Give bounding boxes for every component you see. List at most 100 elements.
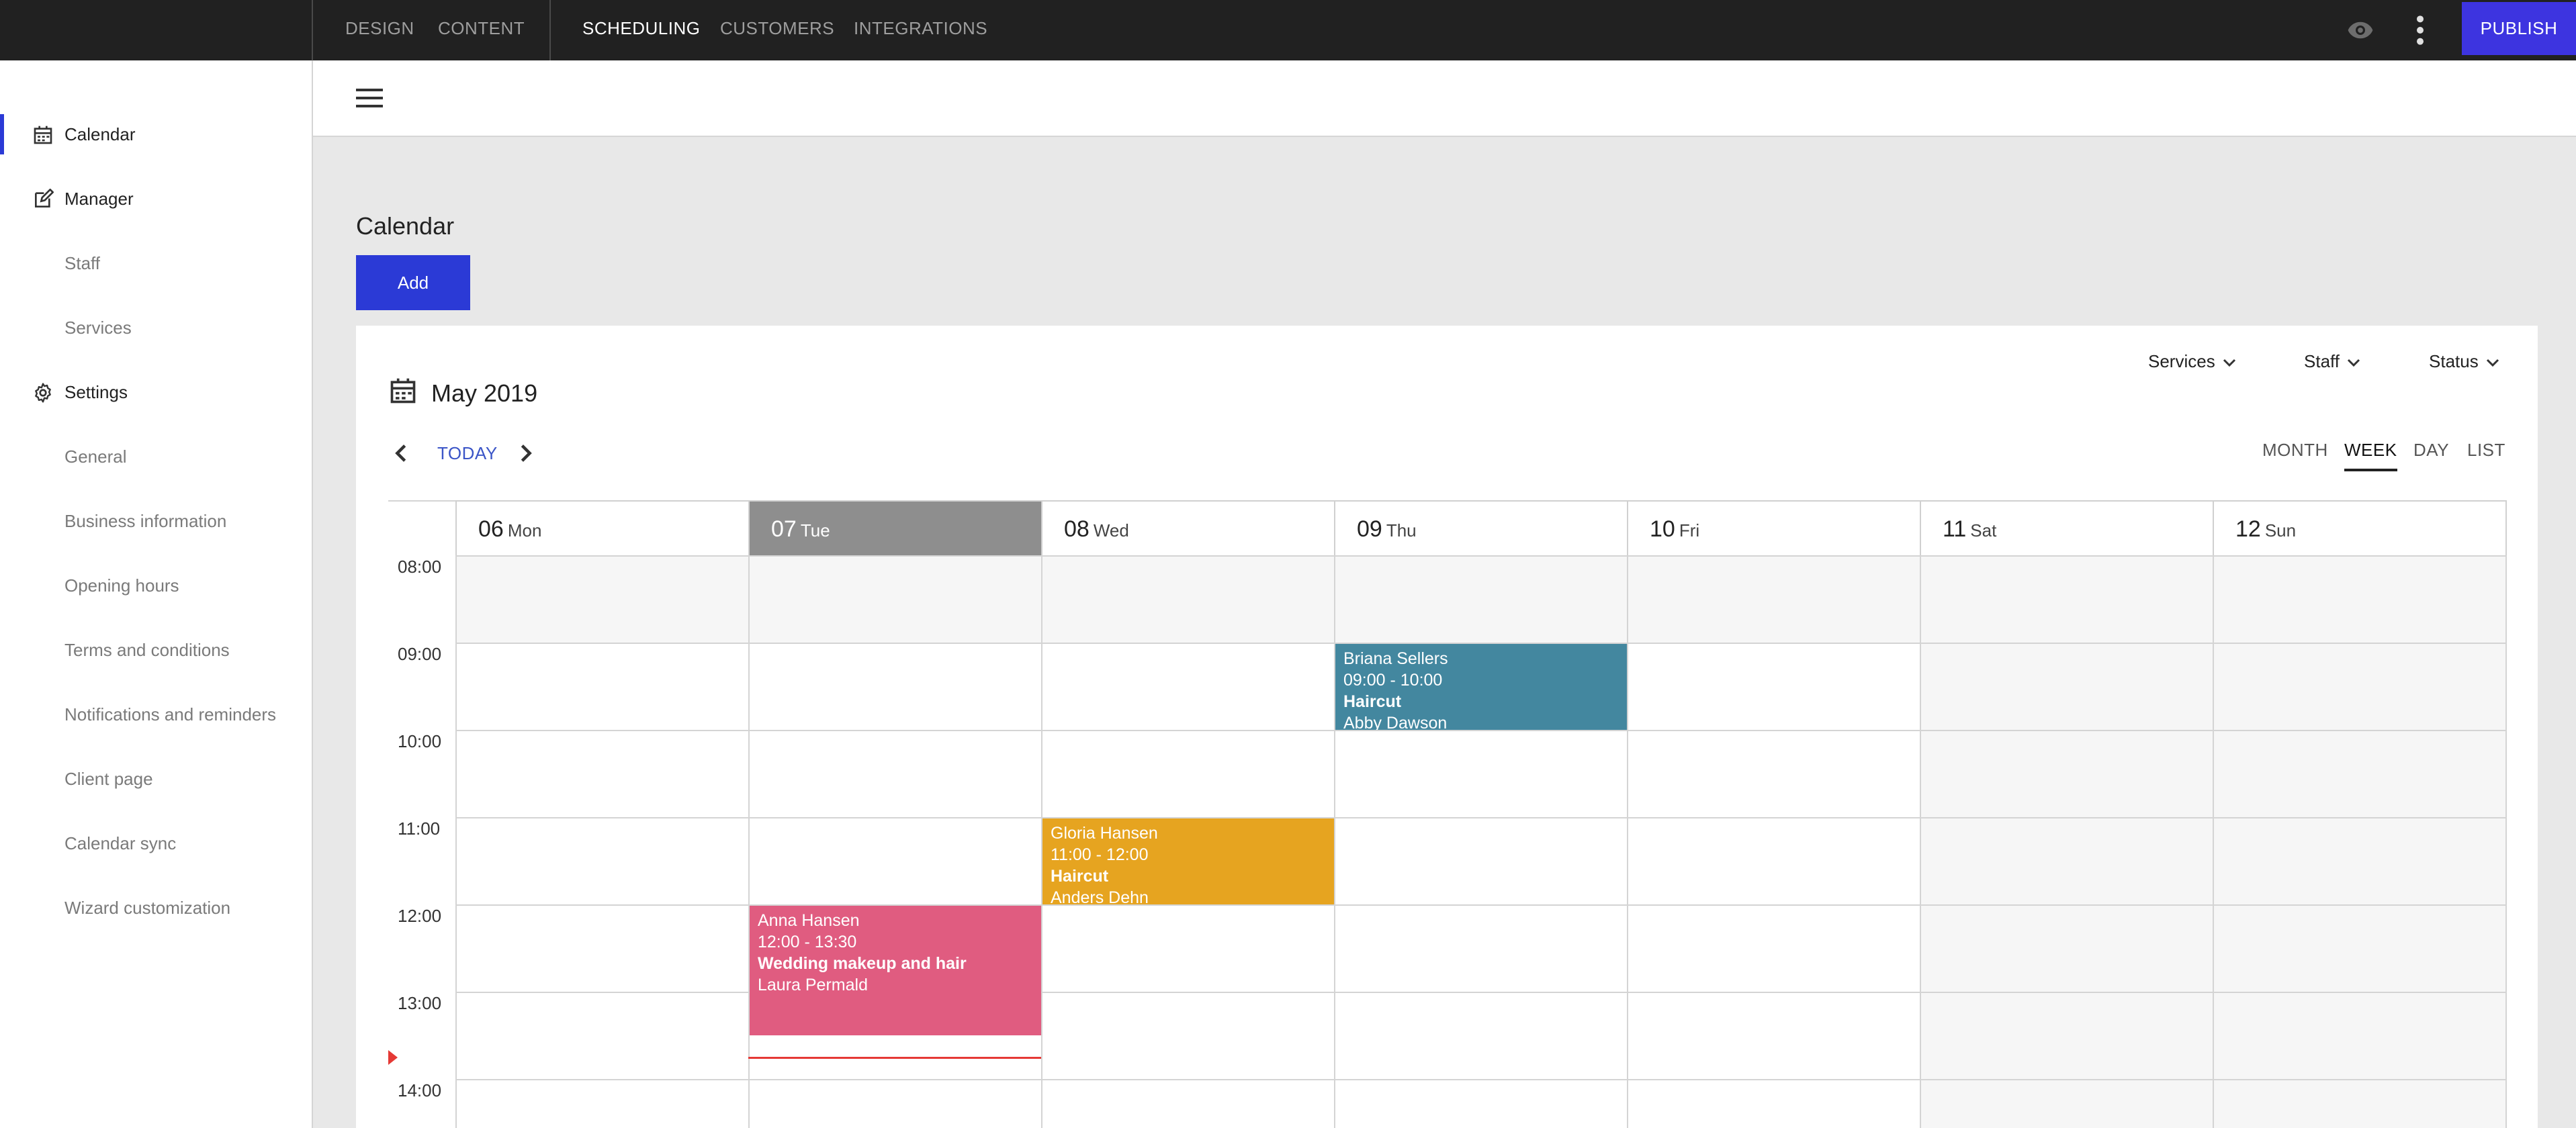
- sidebar-item-label: Wizard customization: [64, 898, 231, 918]
- day-number: 09: [1357, 516, 1382, 542]
- day-name: Thu: [1386, 520, 1417, 540]
- tab-content[interactable]: CONTENT: [438, 0, 525, 60]
- sidebar-item-calendar-sync[interactable]: Calendar sync: [0, 823, 312, 863]
- sidebar-item-settings[interactable]: Settings: [0, 372, 312, 412]
- past-hours-shade: [455, 555, 2505, 643]
- event-customer: Gloria Hansen: [1051, 824, 1158, 843]
- day-column-line: [455, 555, 457, 1128]
- today-button[interactable]: TODAY: [437, 443, 498, 464]
- current-time-marker: [388, 1049, 398, 1065]
- day-number: 11: [1943, 516, 1967, 542]
- tab-design[interactable]: DESIGN: [345, 0, 414, 60]
- chevron-down-icon: [2223, 359, 2235, 367]
- sidebar-item-label: Business information: [64, 511, 227, 531]
- sidebar-item-label: Calendar sync: [64, 833, 177, 853]
- sidebar-item-label: Staff: [64, 253, 101, 273]
- event-service: Haircut: [1051, 867, 1109, 886]
- sidebar-item-manager[interactable]: Manager: [0, 179, 312, 219]
- add-button[interactable]: Add: [356, 255, 470, 310]
- sidebar-item-staff[interactable]: Staff: [0, 243, 312, 283]
- chevron-right-icon[interactable]: [517, 443, 535, 463]
- view-month[interactable]: MONTH: [2262, 440, 2328, 469]
- tab-scheduling[interactable]: SCHEDULING: [582, 0, 700, 60]
- event-time: 09:00 - 10:00: [1343, 671, 1443, 690]
- topbar-divider: [549, 0, 551, 60]
- day-column-line: [1334, 555, 1335, 1128]
- day-column-line: [748, 555, 750, 1128]
- time-label: 14:00: [398, 1080, 442, 1100]
- event-customer: Anna Hansen: [758, 911, 860, 930]
- sidebar-item-label: Client page: [64, 769, 153, 789]
- day-name: Sun: [2264, 520, 2297, 540]
- day-header-sun[interactable]: 12 Sun: [2213, 500, 2507, 555]
- chevron-down-icon: [2347, 359, 2360, 367]
- view-list[interactable]: LIST: [2467, 440, 2505, 469]
- staff-filter[interactable]: Staff: [2304, 351, 2361, 372]
- appointment-event[interactable]: Gloria Hansen 11:00 - 12:00 Haircut Anders …: [1042, 818, 1334, 904]
- time-label: 12:00: [398, 906, 442, 926]
- day-number: 12: [2235, 516, 2261, 542]
- day-header-tue[interactable]: 07 Tue: [748, 500, 1041, 555]
- day-number: 07: [771, 516, 797, 542]
- month-title: May 2019: [431, 379, 538, 407]
- current-time-line: [748, 1056, 1041, 1059]
- view-day[interactable]: DAY: [2413, 440, 2449, 469]
- sidebar-item-label: Opening hours: [64, 575, 179, 596]
- sidebar-item-notifications[interactable]: Notifications and reminders: [0, 694, 312, 735]
- sidebar-item-terms-and-conditions[interactable]: Terms and conditions: [0, 630, 312, 670]
- services-filter[interactable]: Services: [2148, 351, 2237, 372]
- more-vertical-icon[interactable]: [2410, 13, 2430, 47]
- day-column-line: [1627, 555, 1628, 1128]
- day-header-fri[interactable]: 10 Fri: [1627, 500, 1920, 555]
- day-number: 10: [1650, 516, 1675, 542]
- day-header-sat[interactable]: 11 Sat: [1920, 500, 2213, 555]
- sidebar-item-calendar[interactable]: Calendar: [0, 114, 312, 154]
- event-service: Wedding makeup and hair: [758, 954, 967, 973]
- view-week[interactable]: WEEK: [2344, 440, 2397, 471]
- appointment-event[interactable]: Briana Sellers 09:00 - 10:00 Haircut Abby D…: [1335, 644, 1627, 730]
- event-time: 11:00 - 12:00: [1051, 845, 1149, 864]
- event-time: 12:00 - 13:30: [758, 933, 857, 951]
- day-header-thu[interactable]: 09 Thu: [1334, 500, 1627, 555]
- tab-customers[interactable]: CUSTOMERS: [720, 0, 834, 60]
- filter-label: Services: [2148, 351, 2215, 371]
- sidebar-item-label: General: [64, 446, 127, 467]
- content-header: [313, 60, 2576, 137]
- day-number: 08: [1064, 516, 1090, 542]
- status-filter[interactable]: Status: [2429, 351, 2500, 372]
- calendar-icon: [390, 378, 416, 404]
- time-label: 10:00: [398, 731, 442, 751]
- day-header-mon[interactable]: 06 Mon: [455, 500, 748, 555]
- active-indicator: [0, 114, 4, 154]
- sidebar-item-services[interactable]: Services: [0, 308, 312, 348]
- tab-integrations[interactable]: INTEGRATIONS: [854, 0, 987, 60]
- eye-icon[interactable]: [2344, 16, 2377, 44]
- event-customer: Briana Sellers: [1343, 649, 1448, 668]
- sidebar-item-client-page[interactable]: Client page: [0, 759, 312, 799]
- time-label: 08:00: [398, 557, 442, 577]
- week-grid: 06 Mon 07 Tue 08 Wed 09 Thu 10 Fri 11 Sat 12 Sun 08:00…: [388, 500, 2507, 1128]
- filter-label: Status: [2429, 351, 2479, 371]
- sidebar-item-label: Terms and conditions: [64, 640, 230, 660]
- sidebar-item-label: Services: [64, 318, 132, 338]
- event-staff: Laura Permald: [758, 976, 868, 994]
- sidebar-item-general[interactable]: General: [0, 436, 312, 477]
- day-header-wed[interactable]: 08 Wed: [1041, 500, 1334, 555]
- sidebar-item-business-information[interactable]: Business information: [0, 501, 312, 541]
- grid-top-line: [388, 500, 455, 502]
- publish-button[interactable]: PUBLISH: [2462, 2, 2576, 55]
- sidebar-item-wizard-customization[interactable]: Wizard customization: [0, 888, 312, 928]
- topbar-divider: [312, 0, 313, 60]
- chevron-left-icon[interactable]: [392, 443, 410, 463]
- gear-icon: [35, 383, 51, 403]
- appointment-event[interactable]: Anna Hansen 12:00 - 13:30 Wedding makeup a…: [750, 906, 1041, 1035]
- page-title: Calendar: [356, 212, 455, 240]
- day-name: Sat: [1970, 520, 1997, 540]
- sidebar-item-opening-hours[interactable]: Opening hours: [0, 565, 312, 606]
- day-name: Tue: [800, 520, 830, 540]
- filter-label: Staff: [2304, 351, 2340, 371]
- top-bar: DESIGN CONTENT SCHEDULING CUSTOMERS INTE…: [0, 0, 2576, 60]
- event-staff: Abby Dawson: [1343, 714, 1448, 730]
- sidebar-item-label: Calendar: [64, 124, 136, 144]
- hamburger-menu-icon[interactable]: [356, 87, 383, 109]
